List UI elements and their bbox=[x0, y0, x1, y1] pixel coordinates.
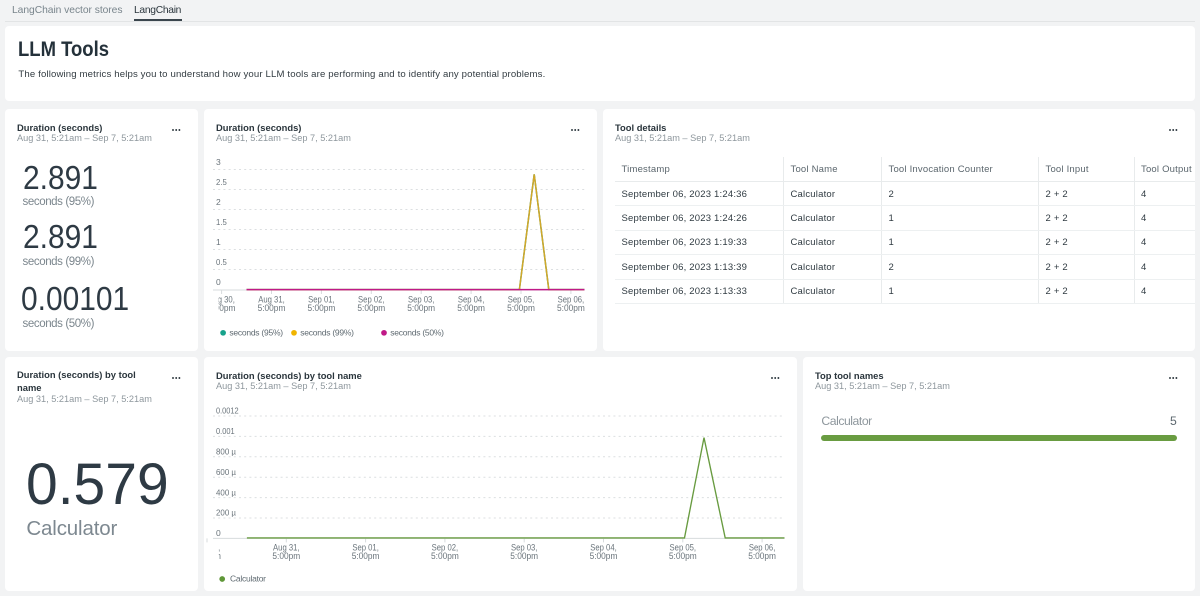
svg-text:1: 1 bbox=[216, 237, 221, 247]
svg-text:seconds (99%): seconds (99%) bbox=[300, 328, 354, 338]
svg-text:Calculator: Calculator bbox=[230, 574, 266, 584]
svg-text:5:00pm: 5:00pm bbox=[510, 551, 538, 561]
svg-text:5:00pm: 5:00pm bbox=[204, 551, 221, 561]
svg-text:seconds (50%): seconds (50%) bbox=[390, 328, 444, 338]
svg-text:0.001: 0.001 bbox=[216, 426, 235, 436]
svg-text:0: 0 bbox=[216, 277, 221, 287]
svg-text:5:00pm: 5:00pm bbox=[357, 303, 385, 313]
svg-text:800 µ: 800 µ bbox=[216, 447, 236, 457]
svg-text:5:00pm: 5:00pm bbox=[748, 551, 776, 561]
svg-text:0.5: 0.5 bbox=[216, 257, 227, 267]
svg-text:2.5: 2.5 bbox=[216, 177, 227, 187]
svg-text:5:00pm: 5:00pm bbox=[431, 551, 459, 561]
svg-text:2: 2 bbox=[216, 197, 221, 207]
svg-text:5:00pm: 5:00pm bbox=[590, 551, 618, 561]
svg-text:1.5: 1.5 bbox=[216, 217, 227, 227]
svg-text:5:00pm: 5:00pm bbox=[407, 303, 435, 313]
svg-text:5:00pm: 5:00pm bbox=[352, 551, 380, 561]
svg-text:5:00pm: 5:00pm bbox=[258, 303, 286, 313]
svg-text:200 µ: 200 µ bbox=[216, 508, 236, 518]
svg-text:5:00pm: 5:00pm bbox=[308, 303, 336, 313]
svg-text:5:00pm: 5:00pm bbox=[457, 303, 485, 313]
svg-text:400 µ: 400 µ bbox=[216, 487, 236, 497]
svg-text:600 µ: 600 µ bbox=[216, 467, 236, 477]
svg-text:0: 0 bbox=[216, 528, 221, 538]
svg-text:5:00pm: 5:00pm bbox=[557, 303, 585, 313]
svg-text:5:00pm: 5:00pm bbox=[669, 551, 697, 561]
svg-text:seconds (95%): seconds (95%) bbox=[229, 328, 283, 338]
svg-text:0.0012: 0.0012 bbox=[216, 406, 239, 416]
svg-text:3: 3 bbox=[216, 157, 221, 167]
svg-text:5:00pm: 5:00pm bbox=[507, 303, 535, 313]
svg-text:5:00pm: 5:00pm bbox=[272, 551, 300, 561]
svg-text:5:00pm: 5:00pm bbox=[208, 303, 236, 313]
svg-text:Aug 30,: Aug 30, bbox=[204, 543, 220, 553]
